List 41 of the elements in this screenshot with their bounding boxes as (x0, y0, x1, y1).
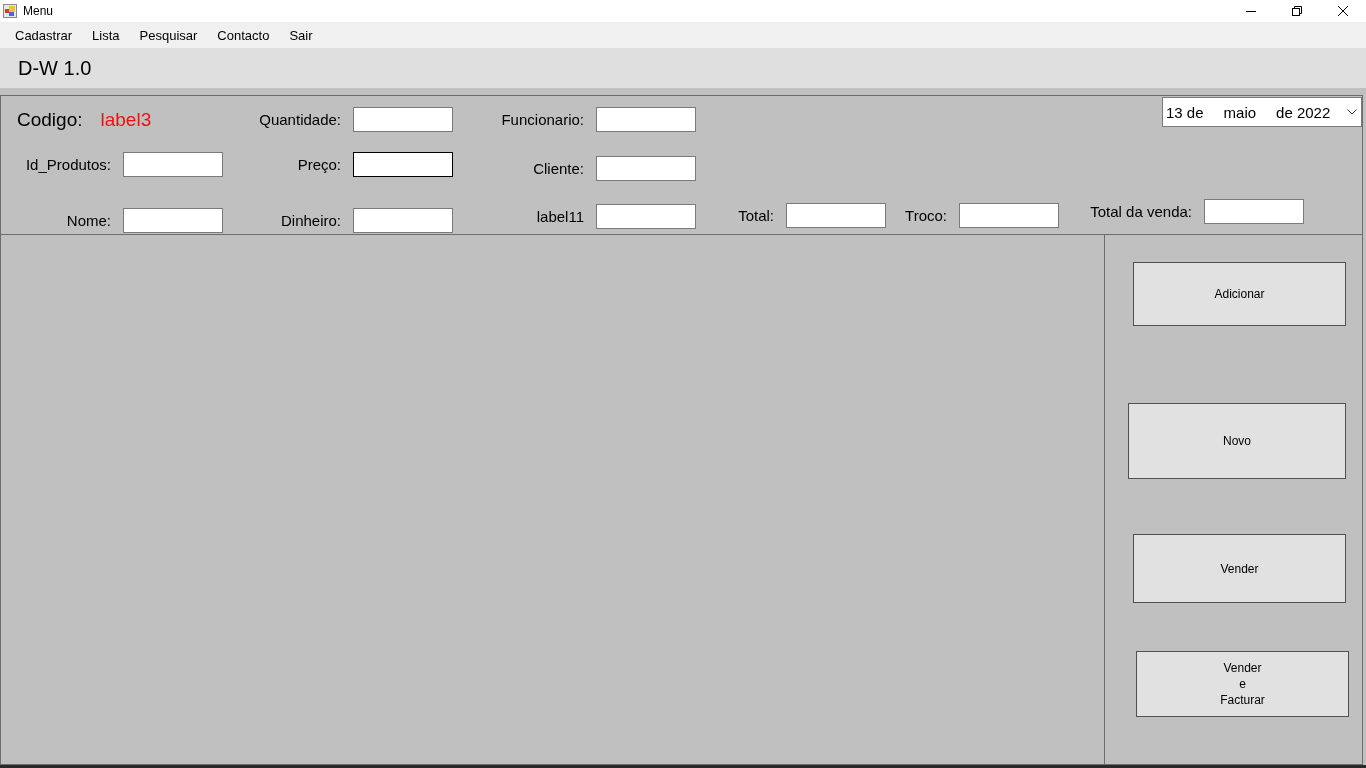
menu-item[interactable]: Cadastrar (5, 24, 83, 46)
text-field[interactable] (786, 203, 886, 228)
text-field[interactable] (353, 152, 453, 177)
field-label: Preço: (297, 156, 341, 173)
field-label: Quantidade: (259, 111, 341, 128)
menu-item[interactable]: Contacto (207, 24, 280, 46)
menu-item[interactable]: Sair (279, 24, 323, 46)
field-label: Total: (738, 207, 774, 224)
field-label: Id_Produtos: (25, 156, 111, 173)
field-label: Dinheiro: (280, 212, 341, 229)
app-icon (3, 4, 17, 18)
text-field[interactable] (123, 152, 223, 177)
date-picker[interactable]: 13 de maio de 2022 (1162, 97, 1362, 127)
field-label: Codigo: (17, 108, 83, 131)
field-label: Cliente: (533, 160, 584, 177)
text-field[interactable] (596, 156, 696, 181)
text-field[interactable] (596, 107, 696, 132)
menu-item[interactable]: Pesquisar (129, 24, 208, 46)
text-field[interactable] (123, 208, 223, 233)
text-field[interactable] (1204, 199, 1304, 224)
field-label: Funcionario: (501, 111, 584, 128)
close-icon (1338, 6, 1348, 16)
field-label: Nome: (66, 212, 111, 229)
minimize-icon (1246, 10, 1256, 12)
action-button[interactable]: Vender (1133, 534, 1346, 603)
window-title: Menu (23, 4, 54, 18)
text-field[interactable] (959, 203, 1059, 228)
field-label: Troco: (905, 207, 947, 224)
field-label: Total da venda: (1090, 203, 1192, 220)
action-button[interactable]: Adicionar (1133, 262, 1346, 326)
text-field[interactable] (353, 107, 453, 132)
chevron-down-icon (1347, 109, 1357, 115)
menu-item[interactable]: Lista (82, 24, 130, 46)
restore-icon (1292, 6, 1302, 16)
action-button[interactable]: Novo (1128, 403, 1346, 479)
code-value: label3 (100, 108, 152, 131)
text-field[interactable] (596, 204, 696, 229)
app-title: D-W 1.0 (18, 56, 92, 80)
field-label: label11 (536, 208, 584, 225)
action-button[interactable]: Vender e Facturar (1136, 651, 1349, 717)
text-field[interactable] (353, 208, 453, 233)
